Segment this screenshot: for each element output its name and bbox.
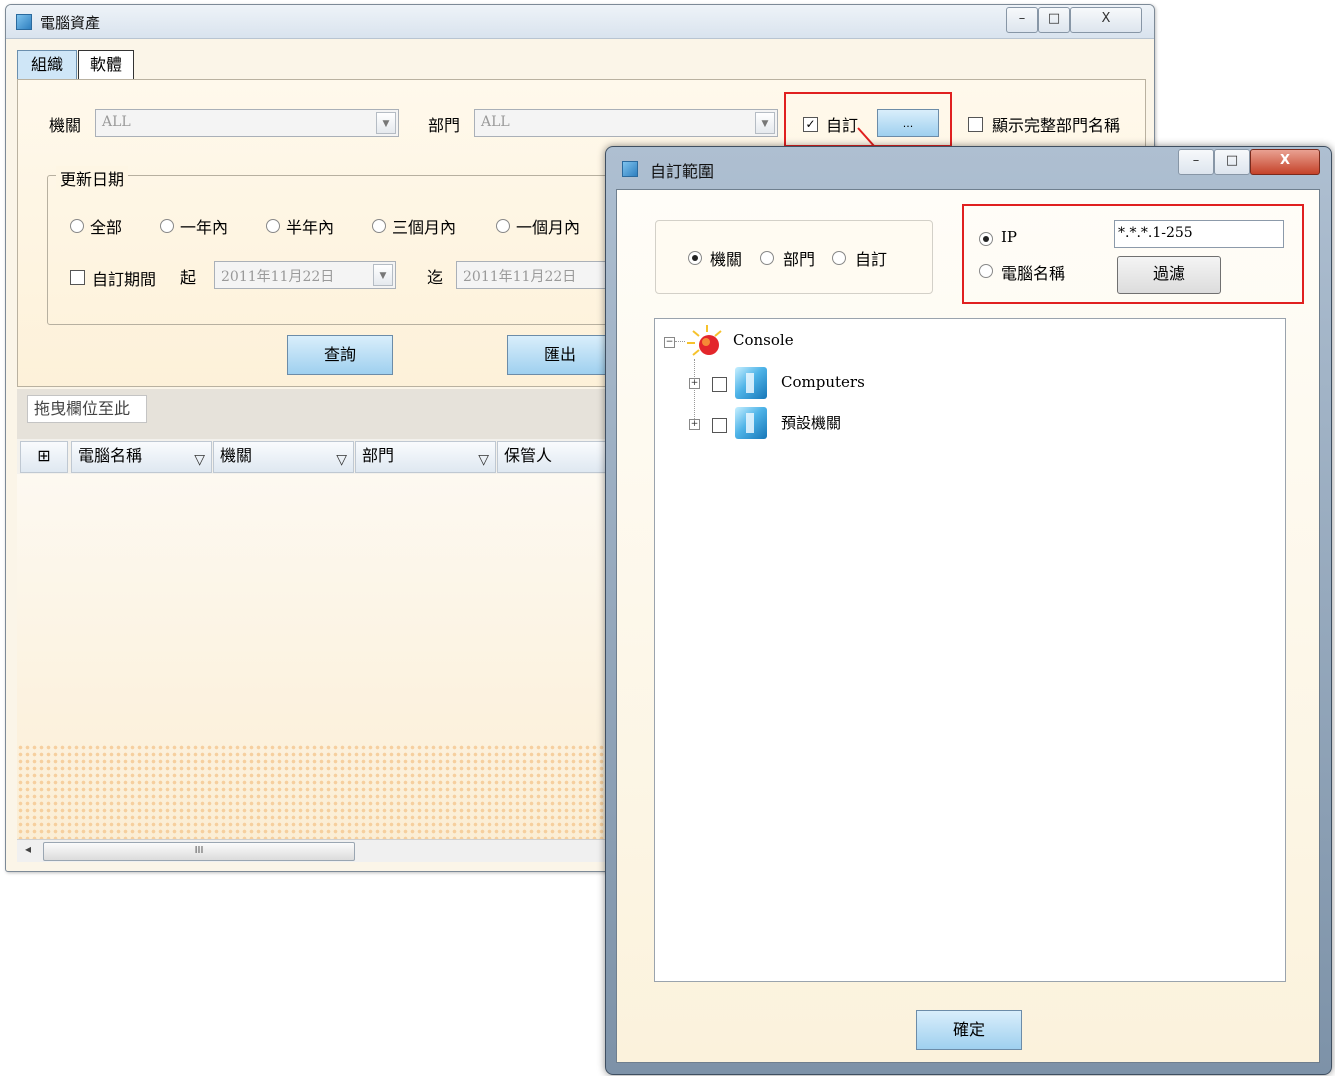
expand-icon[interactable]: + [689,378,700,389]
export-button[interactable]: 匯出 [507,335,613,375]
from-date-picker[interactable]: 2011年11月22日 ▼ [214,261,396,289]
app-icon [16,14,32,30]
funnel-filter-icon[interactable]: ▽ [336,446,347,474]
dialog-maximize-button[interactable]: □ [1214,149,1250,175]
scope-custom-label: 自訂 [855,250,888,269]
scope-dept-label: 部門 [783,250,816,269]
column-header-computer-name[interactable]: 電腦名稱 ▽ [71,441,212,473]
column-chooser-button[interactable]: ⊞ [20,441,68,473]
scope-dept-radio[interactable] [760,251,774,265]
dialog-minimize-button[interactable]: – [1178,149,1214,175]
tree-line [694,359,695,421]
tab-organization[interactable]: 組織 [17,50,77,80]
custom-period-checkbox[interactable] [70,270,85,285]
range-1m-radio[interactable] [496,219,510,233]
drag-hint: 拖曳欄位至此 [27,395,147,423]
show-full-dept-label: 顯示完整部門名稱 [992,116,1121,135]
chevron-down-icon[interactable]: ▼ [373,264,393,286]
dept-value: ALL [481,114,510,130]
ok-button[interactable]: 確定 [916,1010,1022,1050]
building-icon [735,407,767,439]
dialog-close-button[interactable]: X [1250,149,1320,175]
update-date-group-label: 更新日期 [56,166,129,190]
sun-console-icon [685,323,725,359]
ip-radio[interactable] [979,232,993,246]
range-6m-label: 半年內 [286,218,335,237]
scope-org-radio[interactable] [688,251,702,265]
show-full-dept-checkbox[interactable] [968,117,983,132]
range-1y-radio[interactable] [160,219,174,233]
ip-label: IP [1001,228,1018,246]
close-button[interactable]: X [1070,7,1142,33]
collapse-icon[interactable]: − [664,337,675,348]
minimize-button[interactable]: – [1006,7,1038,33]
range-all-radio[interactable] [70,219,84,233]
ip-range-input[interactable]: *.*.*.1-255 [1114,220,1284,248]
custom-period-label: 自訂期間 [92,270,157,289]
org-label: 機關 [49,116,82,135]
scroll-thumb[interactable]: III [43,842,355,861]
tree-node-default-org[interactable]: 預設機關 [781,412,841,433]
range-6m-radio[interactable] [266,219,280,233]
scope-group: 機關 部門 自訂 [655,220,933,294]
to-date-value: 2011年11月22日 [463,269,577,285]
tree-line [675,341,685,342]
scroll-left-icon[interactable]: ◂ [25,842,31,856]
tree-checkbox-default-org[interactable] [712,418,727,433]
expand-icon[interactable]: + [689,419,700,430]
maximize-button[interactable]: □ [1038,7,1070,33]
tree-node-console[interactable]: Console [733,331,794,349]
filter-button[interactable]: 過濾 [1117,256,1221,294]
custom-scope-dialog: 自訂範圍 – □ X 機關 部門 自訂 IP *.*.*.1-255 電腦名稱 … [605,146,1332,1075]
funnel-filter-icon[interactable]: ▽ [194,446,205,474]
range-3m-radio[interactable] [372,219,386,233]
org-combobox[interactable]: ALL ▼ [95,109,399,137]
from-date-value: 2011年11月22日 [221,269,335,285]
from-label: 起 [180,268,197,287]
org-value: ALL [102,114,131,130]
chevron-down-icon[interactable]: ▼ [755,112,775,134]
dialog-title: 自訂範圍 [650,162,715,181]
main-titlebar[interactable]: 電腦資產 – □ X [6,5,1154,39]
range-all-label: 全部 [90,218,123,237]
range-1y-label: 一年內 [180,218,229,237]
range-1m-label: 一個月內 [516,218,581,237]
dept-combobox[interactable]: ALL ▼ [474,109,778,137]
funnel-filter-icon[interactable]: ▽ [478,446,489,474]
computer-name-label: 電腦名稱 [1001,264,1066,283]
query-button[interactable]: 查詢 [287,335,393,375]
building-icon [735,367,767,399]
range-3m-label: 三個月內 [392,218,457,237]
column-label: 電腦名稱 [78,446,143,465]
main-window-title: 電腦資產 [40,14,101,32]
tree-node-computers[interactable]: Computers [781,373,865,391]
column-header-dept[interactable]: 部門 ▽ [355,441,496,473]
computer-name-radio[interactable] [979,264,993,278]
column-label: 保管人 [504,446,553,465]
column-chooser-icon: ⊞ [37,446,51,465]
tab-software[interactable]: 軟體 [78,50,134,80]
column-label: 部門 [362,446,395,465]
scope-tree[interactable]: − Console + Computers + 預設機關 [654,318,1286,982]
column-header-org[interactable]: 機關 ▽ [213,441,354,473]
to-label: 迄 [427,268,444,287]
scope-custom-radio[interactable] [832,251,846,265]
column-label: 機關 [220,446,253,465]
app-icon [622,161,638,177]
tree-checkbox-computers[interactable] [712,377,727,392]
scope-org-label: 機關 [710,250,743,269]
dept-label: 部門 [428,116,461,135]
chevron-down-icon[interactable]: ▼ [376,112,396,134]
dialog-client-area: 機關 部門 自訂 IP *.*.*.1-255 電腦名稱 過濾 − Consol… [616,189,1320,1063]
